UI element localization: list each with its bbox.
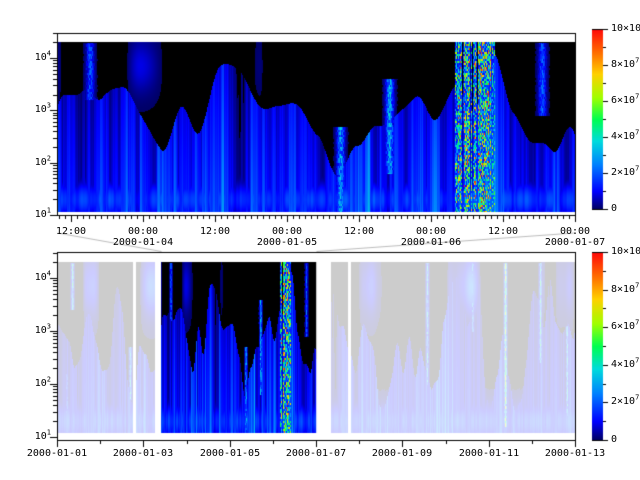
y-tick-label: 101 bbox=[35, 432, 51, 443]
y-tick-label: 104 bbox=[35, 53, 51, 64]
x-tick-label: 12:00 bbox=[488, 227, 518, 238]
x-tick-label: 12:00 bbox=[344, 227, 374, 238]
x-tick-label: 2000-01-07 bbox=[286, 449, 346, 460]
x-tick-label: 2000-01-13 bbox=[545, 449, 605, 460]
colorbar-tick-label: 6×107 bbox=[611, 322, 639, 333]
x-tick-label: 2000-01-11 bbox=[459, 449, 519, 460]
x-tick-label: 00:002000-01-05 bbox=[257, 227, 317, 248]
x-tick-label: 2000-01-09 bbox=[372, 449, 432, 460]
x-tick-label: 2000-01-01 bbox=[27, 449, 87, 460]
y-tick-label: 103 bbox=[35, 326, 51, 337]
y-tick-label: 103 bbox=[35, 105, 51, 116]
x-tick-label: 2000-01-05 bbox=[200, 449, 260, 460]
colorbar-tick-label: 10×107 bbox=[611, 247, 640, 258]
colorbar-tick-label: 8×107 bbox=[611, 60, 639, 71]
colorbar-tick-label: 10×107 bbox=[611, 24, 640, 35]
x-tick-label: 12:00 bbox=[200, 227, 230, 238]
colorbar-tick-label: 0 bbox=[611, 435, 617, 446]
spectrogram-figure: 12:00 00:002000-01-04 12:00 00:002000-01-05… bbox=[0, 0, 640, 480]
colorbar-tick-label: 6×107 bbox=[611, 96, 639, 107]
colorbar-tick-label: 4×107 bbox=[611, 360, 639, 371]
colorbar-tick-label: 2×107 bbox=[611, 168, 639, 179]
colorbar-tick-label: 8×107 bbox=[611, 285, 639, 296]
colorbar-tick-label: 2×107 bbox=[611, 397, 639, 408]
x-tick-label: 2000-01-03 bbox=[113, 449, 173, 460]
x-tick-label: 00:002000-01-06 bbox=[401, 227, 461, 248]
y-tick-label: 104 bbox=[35, 273, 51, 284]
x-tick-label: 00:002000-01-04 bbox=[113, 227, 173, 248]
y-tick-label: 102 bbox=[35, 158, 51, 169]
x-tick-label: 12:00 bbox=[56, 227, 86, 238]
y-tick-label: 101 bbox=[35, 210, 51, 221]
y-tick-label: 102 bbox=[35, 379, 51, 390]
x-tick-label: 00:002000-01-07 bbox=[545, 227, 605, 248]
colorbar-tick-label: 0 bbox=[611, 204, 617, 215]
colorbar-tick-label: 4×107 bbox=[611, 132, 639, 143]
axis-labels-layer: 12:00 00:002000-01-04 12:00 00:002000-01-05… bbox=[0, 0, 640, 480]
